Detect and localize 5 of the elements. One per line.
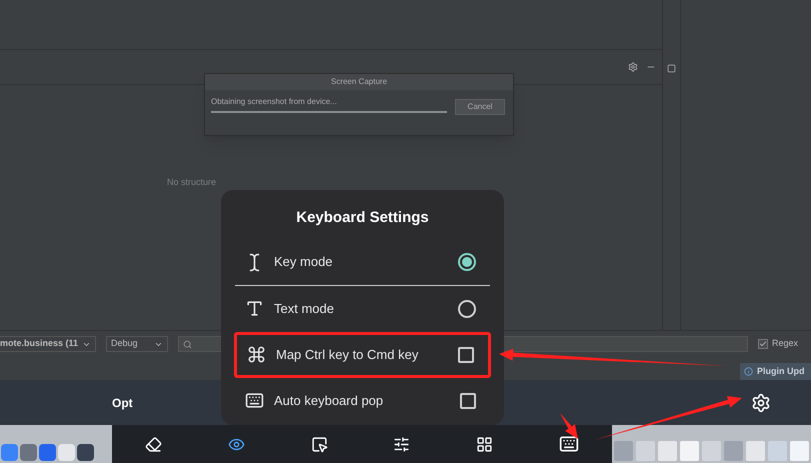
popup-title: Keyboard Settings xyxy=(295,208,430,228)
progress-message: Obtaining screenshot from device... xyxy=(211,96,338,108)
empty-panel-text: No structure xyxy=(167,177,216,187)
regex-label: Regex xyxy=(772,337,798,350)
dialog-title: Screen Capture xyxy=(330,76,388,88)
